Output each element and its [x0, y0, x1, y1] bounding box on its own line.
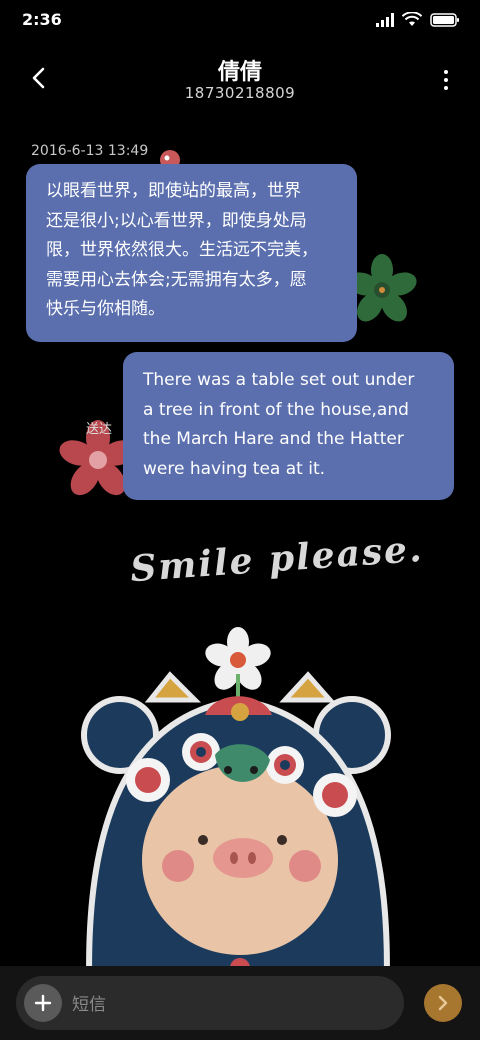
message-line: There was a table set out under: [143, 370, 415, 390]
message-line: 限，世界依然很大。生活远不完美，: [46, 240, 318, 260]
message-line: 以眼看世界，即使站的最高，世界: [46, 181, 301, 201]
message-timestamp: 2016-6-13 13:49: [31, 143, 149, 159]
message-line: 快乐与你相随。: [46, 299, 165, 319]
plus-icon: [34, 994, 52, 1012]
incoming-message-bubble[interactable]: 以眼看世界，即使站的最高，世界 还是很小;以心看世界，即使身处局 限，世界依然很…: [26, 164, 357, 342]
white-flower: [205, 627, 271, 702]
add-attachment-button[interactable]: [24, 984, 62, 1022]
message-line: a tree in front of the house,and: [143, 399, 409, 420]
compose-bar: 短信: [0, 966, 480, 1040]
message-input[interactable]: 短信: [16, 976, 404, 1030]
message-line: the March Hare and the Hatter: [143, 429, 404, 449]
message-line: 还是很小;以心看世界，即使身处局: [46, 210, 307, 231]
delivery-status: 送达: [86, 422, 113, 437]
outgoing-message-bubble[interactable]: There was a table set out under a tree i…: [123, 352, 454, 500]
send-button[interactable]: [424, 984, 462, 1022]
message-input-placeholder: 短信: [72, 995, 106, 1015]
message-line: 需要用心去体会;无需拥有太多，愿: [46, 269, 307, 290]
send-arrow-icon: [438, 995, 448, 1011]
message-line: were having tea at it.: [143, 458, 326, 479]
